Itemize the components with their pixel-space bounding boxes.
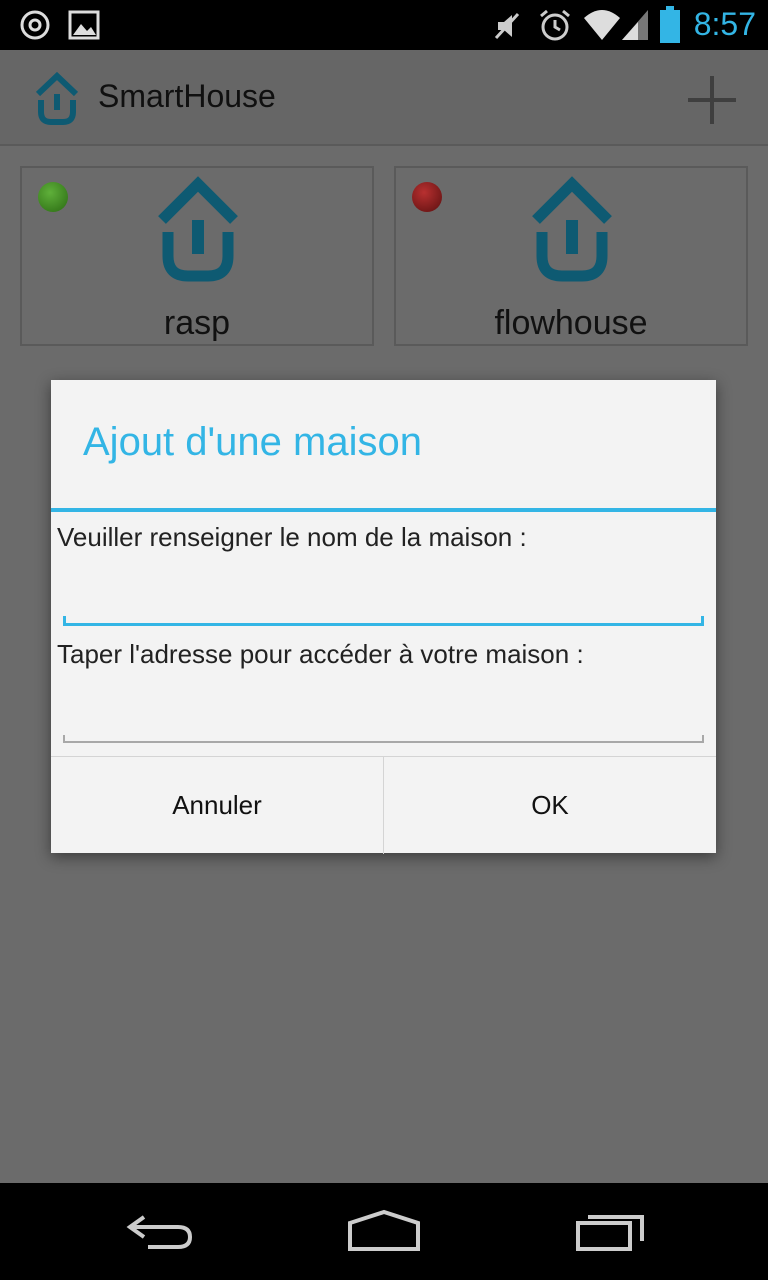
status-bar: 8:57 xyxy=(0,0,768,50)
image-icon xyxy=(68,10,100,40)
house-icon xyxy=(532,176,612,282)
dialog-button-row: Annuler OK xyxy=(51,756,716,854)
name-label: Veuiller renseigner le nom de la maison … xyxy=(57,522,527,552)
smarthouse-logo-icon xyxy=(35,72,79,125)
status-indicator-icon xyxy=(412,182,442,212)
navigation-bar xyxy=(0,1183,768,1280)
dialog-title: Ajout d'une maison xyxy=(83,420,422,464)
wifi-icon xyxy=(584,10,620,40)
address-label: Taper l'adresse pour accéder à votre mai… xyxy=(57,639,584,669)
add-house-dialog: Ajout d'une maison Veuiller renseigner l… xyxy=(51,380,716,854)
signal-icon xyxy=(622,10,648,40)
house-name-input[interactable] xyxy=(63,570,704,620)
house-address-input[interactable] xyxy=(63,686,704,736)
app-title: SmartHouse xyxy=(98,78,276,114)
mute-icon xyxy=(494,12,520,40)
status-time: 8:57 xyxy=(693,6,756,42)
action-bar: SmartHouse xyxy=(0,50,768,146)
status-indicator-icon xyxy=(38,182,68,212)
recents-icon[interactable] xyxy=(574,1209,648,1253)
house-name-input-underline xyxy=(63,616,704,626)
house-name: rasp xyxy=(163,304,231,342)
cancel-button[interactable]: Annuler xyxy=(51,757,383,854)
sync-icon xyxy=(20,10,50,40)
home-icon[interactable] xyxy=(346,1209,422,1253)
battery-icon xyxy=(660,6,680,43)
alarm-icon xyxy=(540,9,570,41)
back-icon[interactable] xyxy=(124,1209,196,1253)
house-tile-rasp[interactable]: rasp xyxy=(20,166,374,346)
ok-button[interactable]: OK xyxy=(384,757,716,854)
house-icon xyxy=(158,176,238,282)
house-address-input-underline xyxy=(63,735,704,743)
plus-icon[interactable] xyxy=(682,70,742,130)
house-name: flowhouse xyxy=(494,304,648,342)
house-tile-flowhouse[interactable]: flowhouse xyxy=(394,166,748,346)
dialog-divider xyxy=(51,508,716,512)
